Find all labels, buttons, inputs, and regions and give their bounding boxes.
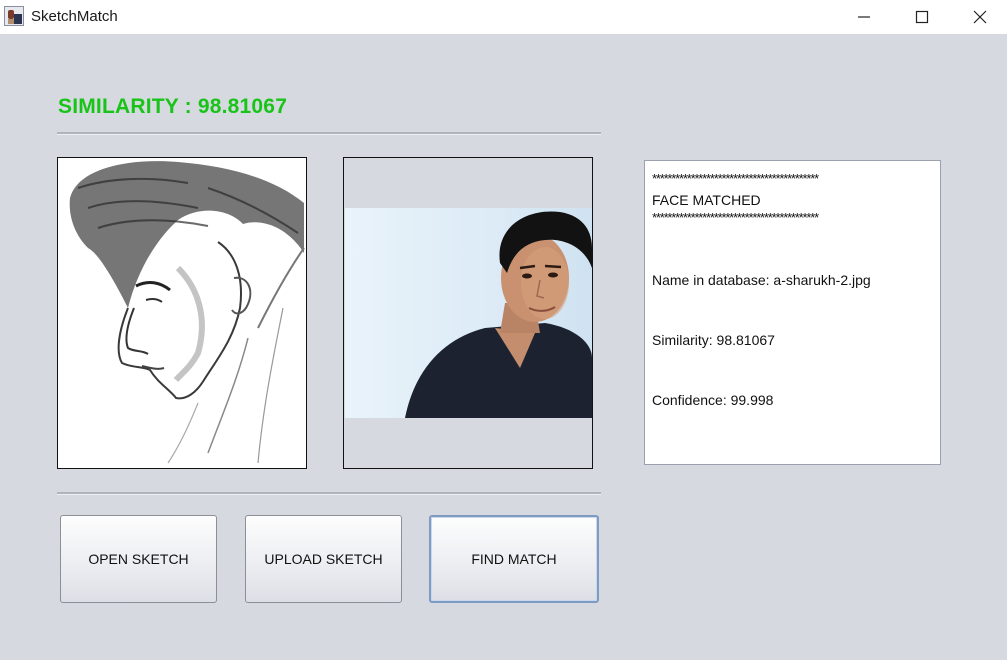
sketch-image [58,158,306,468]
result-name: Name in database: a-sharukh-2.jpg [652,272,871,288]
result-confidence: Confidence: 99.998 [652,392,774,408]
upload-sketch-button[interactable]: UPLOAD SKETCH [245,515,402,603]
photo-image-area [345,208,592,418]
maximize-button[interactable] [893,0,951,34]
top-separator [57,132,601,135]
result-status: FACE MATCHED [652,192,761,208]
close-icon [973,10,987,24]
close-button[interactable] [951,0,1007,34]
sketch-image-panel [57,157,307,469]
bottom-separator [57,492,601,495]
title-bar: SketchMatch [0,0,1007,34]
similarity-heading: SIMILARITY : 98.81067 [58,95,288,118]
result-text-area[interactable]: ****************************************… [644,160,941,465]
maximize-icon [915,10,929,24]
result-similarity: Similarity: 98.81067 [652,332,775,348]
open-sketch-button[interactable]: OPEN SKETCH [60,515,217,603]
find-match-button[interactable]: FIND MATCH [429,515,599,603]
app-icon [4,6,24,26]
result-stars-top: ****************************************… [652,171,819,186]
minimize-icon [858,16,870,18]
minimize-button[interactable] [835,0,893,34]
window-title: SketchMatch [31,8,118,25]
matched-photo [405,211,592,418]
photo-image-panel [343,157,593,469]
result-stars-bottom: ****************************************… [652,210,819,225]
